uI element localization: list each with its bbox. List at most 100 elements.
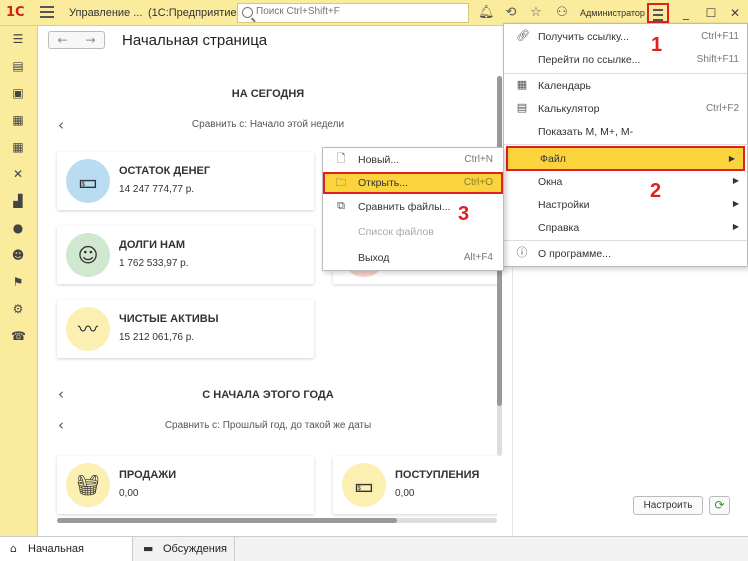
page-title: Начальная страница bbox=[122, 32, 268, 49]
setup-button[interactable]: Настроить bbox=[633, 496, 703, 515]
main-menu-dropdown: 🔗︎ Получить ссылку... Ctrl+F11 Перейти п… bbox=[503, 23, 748, 267]
dashboard: НА СЕГОДНЯ ‹ Сравнить с: Начало этой нед… bbox=[39, 66, 497, 536]
chevron-right-icon: ▶ bbox=[728, 154, 735, 163]
menu-list-icon[interactable]: ☰ bbox=[11, 32, 25, 46]
card-value: 0,00 bbox=[395, 488, 415, 499]
gear-icon[interactable]: ⚙ bbox=[11, 302, 25, 316]
close-icon[interactable]: ✕ bbox=[727, 5, 743, 21]
home-icon: ⌂ bbox=[10, 542, 17, 555]
menu-item-settings[interactable]: Настройки ▶ bbox=[504, 194, 747, 216]
phone-icon[interactable]: ☎ bbox=[11, 329, 26, 343]
search-input[interactable] bbox=[256, 6, 461, 17]
menu-item-label: О программе... bbox=[538, 248, 611, 260]
new-file-icon: 🗋︎ bbox=[336, 152, 346, 165]
contacts-icon[interactable]: ▤ bbox=[11, 59, 25, 73]
menu-item-label: Новый... bbox=[358, 154, 400, 166]
chart-line-icon: 〰 bbox=[66, 307, 110, 351]
menu-item-open[interactable]: 🗀︎ Открыть... Ctrl+O bbox=[323, 172, 503, 194]
today-section-title: НА СЕГОДНЯ bbox=[231, 88, 305, 100]
open-windows-bar: ⌂ Начальная страница ▬ Обсуждения bbox=[0, 536, 748, 561]
menu-item-calendar[interactable]: ▦ Календарь bbox=[504, 75, 747, 97]
menu-item-calculator[interactable]: ▤ Калькулятор Ctrl+F2 bbox=[504, 98, 747, 120]
hand-person-icon: ☺ bbox=[66, 233, 110, 277]
tab-discussions[interactable]: ▬ Обсуждения bbox=[133, 537, 235, 561]
flag-icon[interactable]: ⚑ bbox=[11, 275, 25, 289]
users-icon[interactable]: ⚇ bbox=[554, 5, 570, 21]
calendar-icon: ▦ bbox=[516, 78, 528, 91]
menu-item-label: Калькулятор bbox=[538, 103, 600, 115]
menu-item-show-memory[interactable]: Показать М, М+, М- bbox=[504, 121, 747, 143]
menu-item-exit[interactable]: Выход Alt+F4 bbox=[323, 247, 503, 269]
menu-item-label: Окна bbox=[538, 176, 563, 188]
warehouse-grid-icon[interactable]: ▦ bbox=[11, 140, 25, 154]
tab-home[interactable]: ⌂ Начальная страница bbox=[0, 537, 133, 561]
main-menu-button[interactable] bbox=[647, 3, 669, 23]
menu-item-shortcut: Shift+F11 bbox=[696, 54, 739, 65]
cash-stack-icon: 💵︎ bbox=[342, 463, 386, 507]
menu-item-label: Справка bbox=[538, 222, 580, 234]
money-icon[interactable]: ● bbox=[11, 221, 25, 235]
menu-item-about[interactable]: ⓘ О программе... bbox=[504, 243, 747, 265]
user-name[interactable]: Администратор bbox=[580, 8, 645, 18]
calculator-icon: ▤ bbox=[516, 101, 528, 114]
horizontal-scrollbar[interactable] bbox=[57, 518, 497, 523]
card-cash[interactable]: 💵︎ ОСТАТОК ДЕНЕГ 14 247 774,77 р. bbox=[57, 152, 314, 210]
card-assets[interactable]: 〰 ЧИСТЫЕ АКТИВЫ 15 212 061,76 р. bbox=[57, 300, 314, 358]
card-value: 15 212 061,76 р. bbox=[119, 332, 195, 343]
menu-item-help[interactable]: Справка ▶ bbox=[504, 217, 747, 239]
bell-icon[interactable]: 🔔︎ bbox=[478, 5, 495, 21]
tab-label: Обсуждения bbox=[163, 543, 227, 555]
today-compare-link[interactable]: Сравнить с: Начало этой недели bbox=[39, 119, 497, 130]
app-platform: (1С:Предприятие) bbox=[148, 7, 241, 19]
users-sb-icon[interactable]: ☻ bbox=[11, 248, 25, 262]
card-title: ЧИСТЫЕ АКТИВЫ bbox=[119, 313, 219, 325]
1c-logo-icon: 1С bbox=[6, 5, 25, 20]
menu-separator bbox=[504, 73, 747, 74]
menu-item-label: Открыть... bbox=[358, 177, 408, 189]
search-icon bbox=[242, 7, 253, 18]
menu-item-label: Выход bbox=[358, 252, 390, 264]
back-arrow-icon[interactable]: ← bbox=[49, 33, 76, 47]
card-income[interactable]: 💵︎ ПОСТУПЛЕНИЯ 0,00 bbox=[333, 456, 497, 514]
menu-item-shortcut: Alt+F4 bbox=[463, 252, 493, 263]
link-icon: 🔗︎ bbox=[516, 29, 530, 42]
menu-item-get-link[interactable]: 🔗︎ Получить ссылку... Ctrl+F11 bbox=[504, 26, 747, 48]
menu-item-file[interactable]: Файл ▶ bbox=[506, 146, 745, 171]
year-section-title: С НАЧАЛА ЭТОГО ГОДА bbox=[202, 389, 334, 401]
menu-item-compare-files[interactable]: ⧉ Сравнить файлы... bbox=[323, 196, 503, 218]
menu-item-file-list: Список файлов bbox=[323, 221, 503, 243]
search-box[interactable] bbox=[237, 3, 469, 23]
history-icon[interactable]: ⟲ bbox=[503, 5, 519, 21]
sections-menu-icon[interactable] bbox=[40, 6, 54, 20]
chat-icon: ▬ bbox=[143, 542, 154, 555]
menu-item-label: Перейти по ссылке... bbox=[538, 54, 641, 66]
info-icon: ⓘ bbox=[516, 246, 528, 259]
sections-sidebar: ☰ ▤ ▣ ▦ ▦ ✕ ▟ ● ☻ ⚑ ⚙ ☎ bbox=[0, 26, 38, 536]
menu-item-label: Календарь bbox=[538, 80, 591, 92]
maximize-icon[interactable]: ☐ bbox=[703, 5, 719, 21]
step-marker-2: 2 bbox=[650, 180, 662, 202]
menu-item-shortcut: Ctrl+F11 bbox=[701, 31, 739, 42]
year-compare-link[interactable]: Сравнить с: Прошлый год, до такой же дат… bbox=[39, 420, 497, 431]
chevron-right-icon: ▶ bbox=[732, 222, 739, 231]
cash-icon: 💵︎ bbox=[66, 159, 110, 203]
minimize-icon[interactable]: _ bbox=[678, 5, 694, 21]
refresh-icon[interactable]: ⟳ bbox=[709, 496, 730, 515]
menu-item-windows[interactable]: Окна ▶ bbox=[504, 171, 747, 193]
card-sales[interactable]: 🧺︎ ПРОДАЖИ 0,00 bbox=[57, 456, 314, 514]
card-title: ДОЛГИ НАМ bbox=[119, 239, 186, 251]
forward-arrow-icon[interactable]: → bbox=[77, 33, 104, 47]
building-icon[interactable]: ▦ bbox=[11, 113, 25, 127]
step-marker-3: 3 bbox=[458, 203, 470, 225]
basket-icon: 🧺︎ bbox=[66, 463, 110, 507]
card-debts[interactable]: ☺ ДОЛГИ НАМ 1 762 533,97 р. bbox=[57, 226, 314, 284]
app-name: Управление ... bbox=[69, 7, 143, 19]
menu-item-new[interactable]: 🗋︎ Новый... Ctrl+N bbox=[323, 149, 503, 171]
briefcase-icon[interactable]: ▣ bbox=[11, 86, 25, 100]
tools-icon[interactable]: ✕ bbox=[11, 167, 25, 181]
card-value: 14 247 774,77 р. bbox=[119, 184, 195, 195]
star-icon[interactable]: ☆ bbox=[528, 5, 544, 21]
factory-icon[interactable]: ▟ bbox=[11, 194, 25, 208]
menu-item-label: Показать М, М+, М- bbox=[538, 126, 634, 138]
menu-item-go-to-link[interactable]: Перейти по ссылке... Shift+F11 bbox=[504, 49, 747, 71]
